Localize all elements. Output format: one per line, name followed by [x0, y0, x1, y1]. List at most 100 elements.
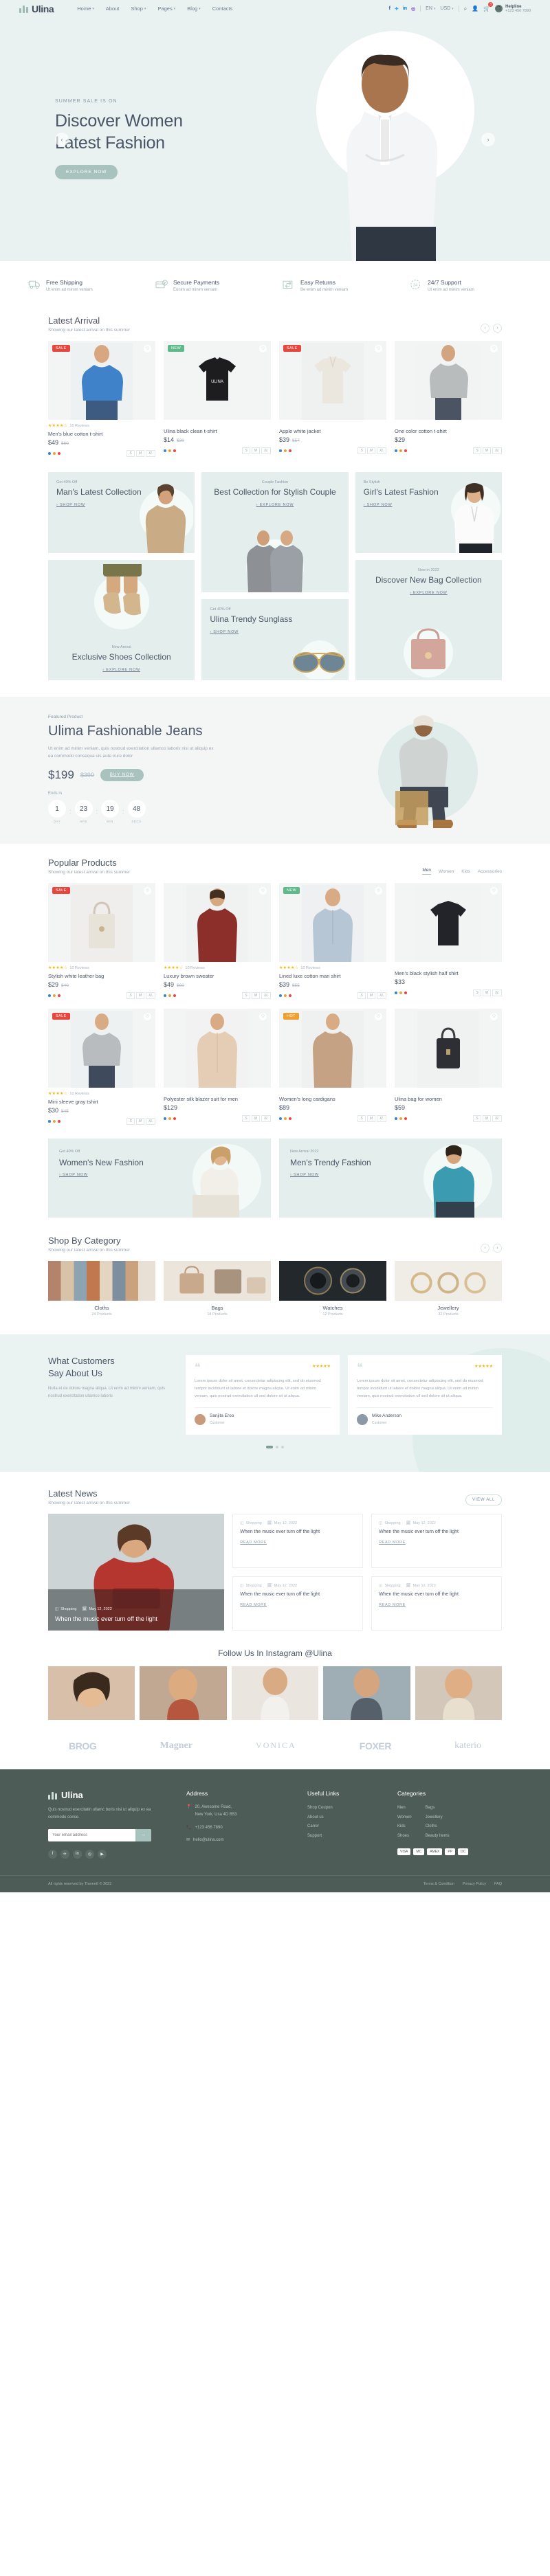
color-swatches[interactable] — [48, 452, 60, 455]
read-more-link[interactable]: READ MORE — [379, 1541, 494, 1545]
nav-item-about[interactable]: About — [106, 5, 120, 12]
news-headline[interactable]: When the music ever turn off the light — [379, 1591, 494, 1599]
product-name[interactable]: One color cotton t-shirt — [395, 428, 502, 434]
product-name[interactable]: Polyester silk blazer suit for men — [164, 1096, 271, 1102]
product-card[interactable]: ♡ One color cotton t-shirt $29 S M XL — [395, 341, 502, 457]
banner-link[interactable]: › EXPLORE NOW — [48, 668, 195, 672]
news-card[interactable]: ◫ Shopping 🗓 May 12, 2022 When the music… — [371, 1513, 502, 1568]
instagram-icon[interactable]: ◎ — [85, 1849, 94, 1859]
linkedin-icon[interactable]: in — [403, 6, 407, 12]
hero-cta-button[interactable]: EXPLORE NOW — [55, 164, 118, 179]
size-options[interactable]: S M XL — [473, 1115, 502, 1123]
currency-selector[interactable]: USD ▾ — [440, 6, 453, 11]
color-swatches[interactable] — [279, 1117, 292, 1121]
nav-item-blog[interactable]: Blog ▾ — [187, 5, 201, 12]
product-image[interactable]: NEW ♡ — [279, 883, 386, 963]
filter-tab-women[interactable]: Women — [439, 869, 454, 874]
color-swatches[interactable] — [48, 994, 60, 998]
banner-mens-trendy-fashion[interactable]: New Arrival 2022 Men's Trendy Fashion › … — [279, 1139, 502, 1218]
product-image[interactable]: ♡ — [395, 883, 502, 963]
product-image[interactable]: ♡ — [395, 341, 502, 420]
wishlist-icon[interactable]: ♡ — [375, 887, 382, 895]
facebook-icon[interactable]: f — [389, 6, 390, 12]
product-name[interactable]: Men's black stylish half shirt — [395, 970, 502, 976]
category-prev-button[interactable]: ‹ — [481, 1244, 490, 1253]
banner-new-bag-collection[interactable]: New in 2022 Discover New Bag Collection … — [355, 560, 502, 680]
category-card-jewellery[interactable]: Jewellery 32 Products — [395, 1261, 502, 1317]
category-next-button[interactable]: › — [493, 1244, 502, 1253]
color-swatches[interactable] — [164, 994, 176, 998]
product-image[interactable]: SALE ♡ — [48, 341, 155, 420]
search-icon[interactable]: ⌕ — [464, 5, 467, 12]
view-all-button[interactable]: VIEW ALL — [465, 1494, 502, 1505]
product-name[interactable]: Women's long cardigans — [279, 1096, 386, 1102]
size-options[interactable]: S M XL — [358, 992, 386, 1000]
product-name[interactable]: Apple white jacket — [279, 428, 386, 434]
footer-link-carrer[interactable]: Carrer — [307, 1822, 380, 1832]
news-card[interactable]: ◫ Shopping 🗓 May 12, 2022 When the music… — [232, 1576, 364, 1631]
color-swatches[interactable] — [279, 449, 292, 452]
size-options[interactable]: S M XL — [126, 1118, 155, 1125]
footer-category-jewellery[interactable]: Jewellery — [426, 1813, 450, 1823]
hero-prev-button[interactable]: ‹ — [55, 132, 69, 146]
size-options[interactable]: S M XL — [126, 450, 155, 457]
size-options[interactable]: S M XL — [473, 447, 502, 454]
size-options[interactable]: S M XL — [358, 447, 386, 454]
size-options[interactable]: S M XL — [242, 992, 271, 1000]
nav-item-contacts[interactable]: Contacts — [212, 5, 233, 12]
product-card[interactable]: SALE ♡ ★★★★☆ 10 Reviews Stylish white lea… — [48, 883, 155, 1000]
product-name[interactable]: Mini sleeve gray tshirt — [48, 1099, 155, 1105]
footer-email[interactable]: ✉ hello@ulina.com — [186, 1837, 289, 1844]
carousel-next-button[interactable]: › — [493, 324, 502, 333]
footer-category-shoes[interactable]: Shoes — [397, 1832, 412, 1841]
product-card[interactable]: ♡ Polyester silk blazer suit for men $12… — [164, 1009, 271, 1125]
twitter-icon[interactable]: ✈ — [395, 6, 399, 12]
news-card[interactable]: ◫ Shopping 🗓 May 12, 2022 When the music… — [371, 1576, 502, 1631]
product-card[interactable]: NEW ♡ ULINA Ulina black clean t-shirt $1… — [164, 341, 271, 457]
wishlist-icon[interactable]: ♡ — [144, 345, 151, 352]
product-card[interactable]: ♡ Men's black stylish half shirt $33 SMX… — [395, 883, 502, 999]
size-options[interactable]: S M XL — [242, 447, 271, 454]
product-image[interactable]: NEW ♡ ULINA — [164, 341, 271, 420]
product-card[interactable]: SALE ♡ ★★★★☆ 10 Reviews Mini sleeve gray … — [48, 1009, 155, 1125]
product-card[interactable]: SALE ♡ ★★★★☆ 10 Reviews Men's blue cotto… — [48, 341, 155, 457]
filter-tab-men[interactable]: Men — [422, 868, 432, 875]
wishlist-icon[interactable]: ♡ — [144, 1013, 151, 1021]
footer-category-women[interactable]: Women — [397, 1813, 412, 1823]
featured-news-card[interactable]: ◫ Shopping 🗓 May 12, 2022 When the music… — [48, 1513, 225, 1631]
pagination-dot[interactable] — [266, 1445, 273, 1448]
category-card-watches[interactable]: Watches 12 Products — [279, 1261, 386, 1317]
size-options[interactable]: S M XL — [473, 989, 502, 997]
footer-category-bags[interactable]: Bags — [426, 1804, 450, 1813]
wishlist-icon[interactable]: ♡ — [490, 345, 498, 352]
read-more-link[interactable]: READ MORE — [379, 1603, 494, 1607]
footer-link-shop-coupon[interactable]: Shop Coupon — [307, 1804, 380, 1813]
nav-item-shop[interactable]: Shop ▾ — [131, 5, 146, 12]
pagination-dot[interactable] — [281, 1445, 284, 1448]
banner-exclusive-shoes[interactable]: New Arrival Exclusive Shoes Collection ›… — [48, 560, 195, 680]
product-image[interactable]: HOT ♡ — [279, 1009, 386, 1088]
user-account-icon[interactable]: 👤 — [472, 5, 478, 12]
product-card[interactable]: ♡ ★★★★☆ 10 Reviews Luxury brown sweater $… — [164, 883, 271, 1000]
product-card[interactable]: NEW ♡ ★★★★☆ 10 Reviews Lined luxe cotton … — [279, 883, 386, 1000]
footer-category-cloths[interactable]: Cloths — [426, 1822, 450, 1832]
color-swatches[interactable] — [164, 449, 176, 452]
product-card[interactable]: SALE ♡ Apple white jacket $39 $57 S M XL — [279, 341, 386, 457]
banner-mans-latest-collection[interactable]: Get 40% Off Man's Latest Collection › SH… — [48, 472, 195, 553]
color-swatches[interactable] — [164, 1117, 176, 1121]
instagram-cell[interactable] — [231, 1666, 319, 1720]
color-swatches[interactable] — [279, 994, 292, 998]
banner-womens-new-fashion[interactable]: Get 40% Off Women's New Fashion › SHOP N… — [48, 1139, 271, 1218]
footer-link-about-us[interactable]: About us — [307, 1813, 380, 1823]
twitter-icon[interactable]: ✈ — [60, 1849, 69, 1859]
banner-link[interactable]: › EXPLORE NOW — [364, 591, 494, 595]
read-more-link[interactable]: READ MORE — [240, 1541, 355, 1545]
wishlist-icon[interactable]: ♡ — [490, 887, 498, 895]
product-name[interactable]: Luxury brown sweater — [164, 973, 271, 979]
product-name[interactable]: Ulina black clean t-shirt — [164, 428, 271, 434]
wishlist-icon[interactable]: ♡ — [259, 345, 267, 352]
banner-girls-latest-fashion[interactable]: Be Stylish Girl's Latest Fashion › SHOP … — [355, 472, 502, 553]
product-image[interactable]: SALE ♡ — [279, 341, 386, 420]
language-selector[interactable]: EN ▾ — [426, 6, 435, 11]
product-image[interactable]: ♡ — [164, 883, 271, 963]
